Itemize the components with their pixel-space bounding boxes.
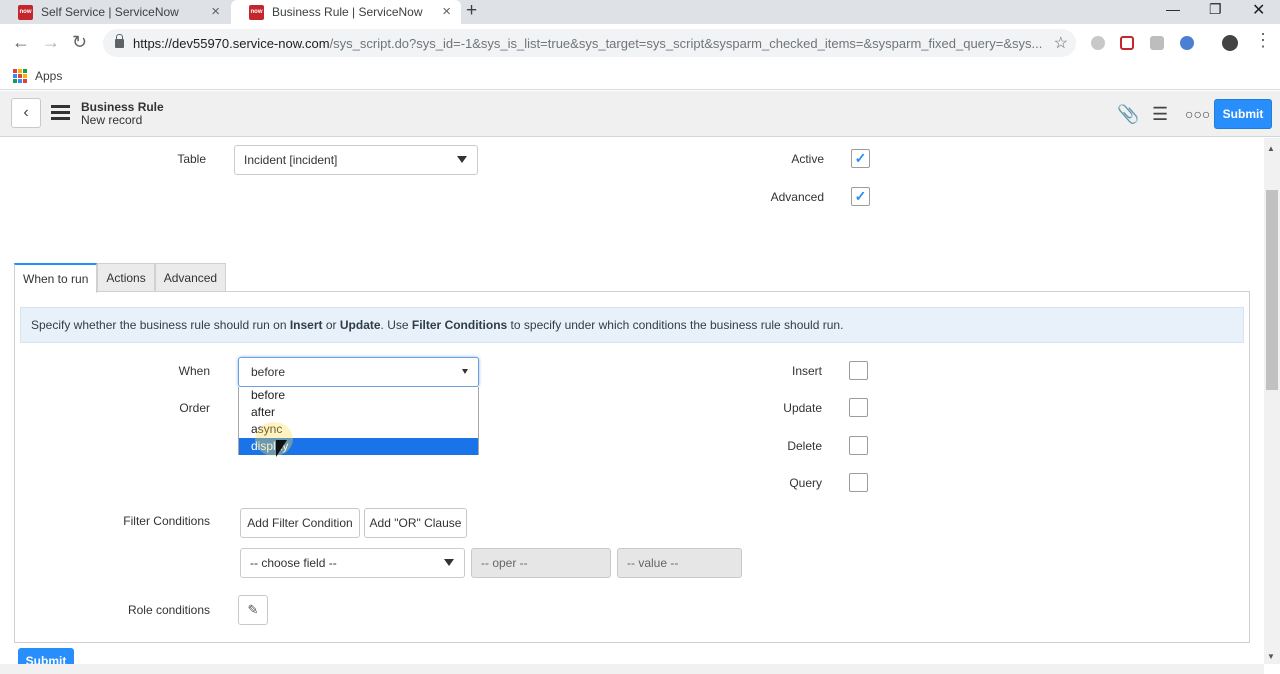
browser-tab-self-service[interactable]: now Self Service | ServiceNow × bbox=[0, 0, 230, 24]
mouse-pointer-icon bbox=[276, 440, 287, 457]
advanced-checkbox[interactable]: ✓ bbox=[851, 187, 870, 206]
edit-role-conditions-button[interactable]: ✎ bbox=[238, 595, 268, 625]
servicenow-favicon-icon: now bbox=[18, 4, 33, 20]
close-tab-icon[interactable]: × bbox=[442, 3, 451, 20]
table-select[interactable]: Incident [incident] bbox=[234, 145, 478, 175]
tab-when-to-run[interactable]: When to run bbox=[14, 263, 98, 293]
forward-arrow-icon[interactable]: → bbox=[42, 32, 60, 53]
settings-sliders-icon[interactable]: ☰ bbox=[1152, 104, 1168, 125]
value-input: -- value -- bbox=[617, 548, 742, 578]
choose-field-select[interactable]: -- choose field -- bbox=[240, 548, 465, 578]
extension-icon[interactable] bbox=[1091, 36, 1105, 50]
checkmark-icon: ✓ bbox=[854, 188, 867, 204]
hamburger-menu-icon[interactable] bbox=[51, 105, 70, 120]
apps-bookmark[interactable]: Apps bbox=[35, 69, 62, 83]
role-conditions-label: Role conditions bbox=[127, 603, 210, 617]
info-insert: Insert bbox=[289, 318, 323, 332]
minimize-window-icon[interactable]: — bbox=[1166, 1, 1180, 17]
caret-down-icon bbox=[462, 369, 468, 374]
checkmark-icon: ✓ bbox=[854, 150, 867, 166]
table-label: Table bbox=[177, 152, 206, 166]
query-checkbox[interactable] bbox=[849, 473, 868, 492]
tab-actions[interactable]: Actions bbox=[97, 263, 155, 292]
when-option-after[interactable]: after bbox=[239, 404, 478, 421]
active-checkbox[interactable]: ✓ bbox=[851, 149, 870, 168]
when-select-value: before bbox=[251, 365, 286, 379]
new-tab-icon[interactable]: + bbox=[466, 0, 477, 22]
bookmarks-bar: Apps bbox=[0, 62, 1280, 90]
info-update: Update bbox=[339, 318, 381, 332]
operator-select: -- oper -- bbox=[471, 548, 611, 578]
horizontal-scrollbar[interactable] bbox=[0, 664, 1264, 674]
table-select-value: Incident [incident] bbox=[244, 153, 338, 167]
add-or-clause-button[interactable]: Add "OR" Clause bbox=[364, 508, 467, 538]
chevron-left-icon: ‹ bbox=[23, 104, 29, 121]
form-section-tabs: When to run Actions Advanced bbox=[14, 263, 227, 293]
when-select[interactable]: before bbox=[238, 357, 479, 387]
record-subtitle: New record bbox=[81, 113, 143, 127]
info-text-4: to specify under which conditions the bu… bbox=[507, 318, 844, 332]
caret-down-icon bbox=[444, 559, 454, 566]
back-button[interactable]: ‹ bbox=[11, 98, 41, 128]
more-options-icon[interactable]: ○○○ bbox=[1185, 106, 1210, 122]
submit-button[interactable]: Submit bbox=[1214, 99, 1272, 129]
profile-avatar-icon[interactable] bbox=[1222, 35, 1238, 51]
form-header: ‹ Business Rule New record 📎 ☰ ○○○ Submi… bbox=[0, 91, 1280, 137]
info-text-3: . Use bbox=[380, 318, 412, 332]
tab-title: Self Service | ServiceNow bbox=[41, 5, 179, 19]
update-checkbox[interactable] bbox=[849, 398, 868, 417]
extension-icon[interactable] bbox=[1150, 36, 1164, 50]
close-window-icon[interactable]: ✕ bbox=[1252, 0, 1265, 20]
extension-icon[interactable] bbox=[1120, 36, 1134, 50]
when-option-before[interactable]: before bbox=[239, 387, 478, 404]
pencil-icon: ✎ bbox=[247, 602, 259, 617]
record-title: Business Rule bbox=[81, 100, 164, 114]
active-label: Active bbox=[791, 152, 824, 166]
cursor-highlight bbox=[255, 422, 293, 456]
scrollbar-thumb[interactable] bbox=[1266, 190, 1278, 390]
servicenow-favicon-icon: now bbox=[249, 4, 264, 20]
apps-grid-icon[interactable] bbox=[13, 68, 27, 83]
close-tab-icon[interactable]: × bbox=[211, 3, 220, 20]
delete-checkbox[interactable] bbox=[849, 436, 868, 455]
info-text-2: or bbox=[322, 318, 340, 332]
tab-title: Business Rule | ServiceNow bbox=[272, 5, 423, 19]
insert-label: Insert bbox=[791, 364, 822, 378]
filter-conditions-label: Filter Conditions bbox=[123, 514, 210, 528]
tab-advanced[interactable]: Advanced bbox=[154, 263, 227, 292]
caret-down-icon bbox=[457, 156, 467, 163]
bookmark-star-icon[interactable]: ☆ bbox=[1054, 33, 1068, 53]
browser-tab-business-rule[interactable]: now Business Rule | ServiceNow × bbox=[231, 0, 461, 24]
info-filter-conditions: Filter Conditions bbox=[411, 318, 508, 332]
browser-tab-strip: now Self Service | ServiceNow × now Busi… bbox=[0, 0, 1280, 24]
browser-menu-icon[interactable]: ⋮ bbox=[1254, 30, 1272, 51]
scroll-down-arrow-icon[interactable]: ▼ bbox=[1267, 652, 1275, 661]
when-to-run-panel bbox=[14, 291, 1250, 643]
order-label: Order bbox=[179, 401, 210, 415]
info-text-1: Specify whether the business rule should… bbox=[31, 318, 287, 332]
info-message: Specify whether the business rule should… bbox=[20, 307, 1244, 343]
choose-field-value: -- choose field -- bbox=[250, 556, 337, 570]
restore-window-icon[interactable]: ❐ bbox=[1209, 1, 1222, 18]
update-label: Update bbox=[783, 401, 822, 415]
lock-icon bbox=[115, 33, 124, 48]
delete-label: Delete bbox=[787, 439, 822, 453]
paperclip-icon[interactable]: 📎 bbox=[1117, 104, 1139, 125]
extension-icon[interactable] bbox=[1180, 36, 1194, 50]
address-bar[interactable]: https://dev55970.service-now.com/sys_scr… bbox=[103, 29, 1076, 57]
scroll-up-arrow-icon[interactable]: ▲ bbox=[1267, 144, 1275, 153]
when-label: When bbox=[178, 364, 210, 378]
query-label: Query bbox=[789, 476, 822, 490]
insert-checkbox[interactable] bbox=[849, 361, 868, 380]
browser-toolbar: ← → ↻ https://dev55970.service-now.com/s… bbox=[0, 24, 1280, 62]
add-filter-condition-button[interactable]: Add Filter Condition bbox=[240, 508, 360, 538]
url-path: /sys_script.do?sys_id=-1&sys_is_list=tru… bbox=[329, 35, 1043, 51]
advanced-label: Advanced bbox=[770, 190, 824, 204]
back-arrow-icon[interactable]: ← bbox=[12, 32, 30, 53]
url-host: https://dev55970.service-now.com bbox=[133, 35, 330, 51]
reload-icon[interactable]: ↻ bbox=[72, 32, 87, 53]
